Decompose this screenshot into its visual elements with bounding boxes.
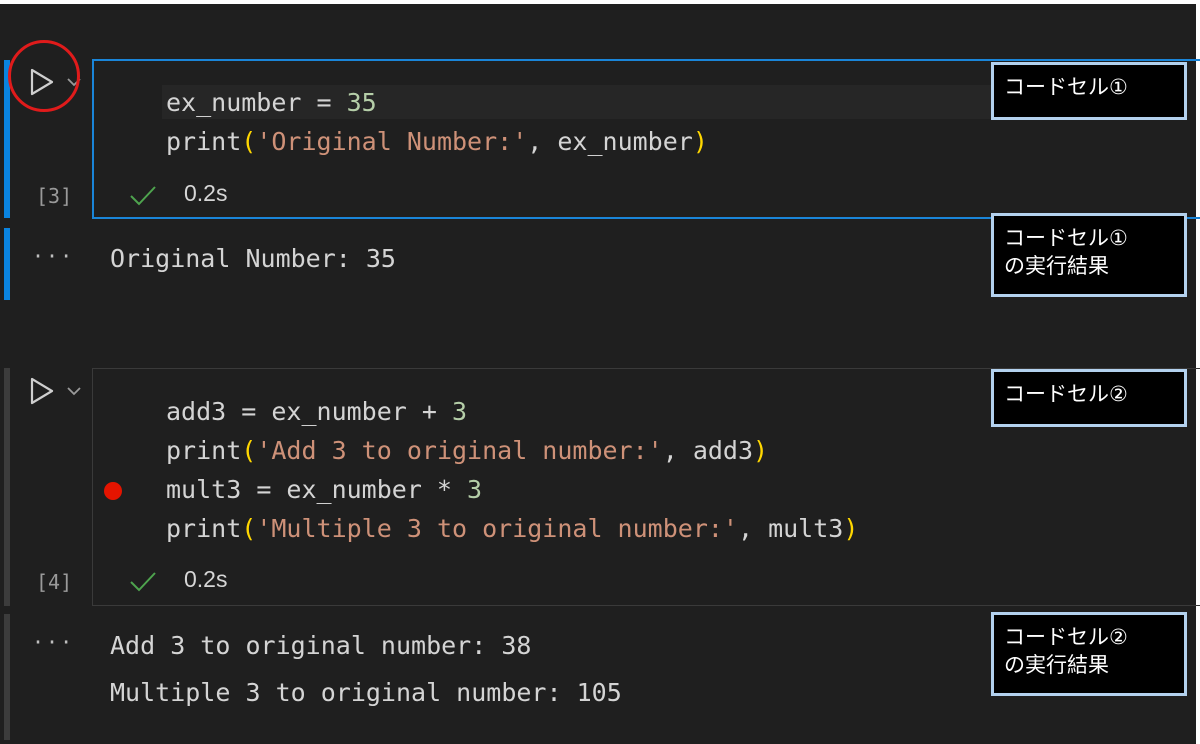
code-token: , (662, 436, 693, 465)
cell-2-output-more-button[interactable]: ··· (32, 630, 74, 654)
code-token: ( (241, 514, 257, 543)
annotation-text: コードセル① (1004, 226, 1128, 250)
cell-2-execution-time: 0.2s (184, 566, 228, 592)
annotation-result-1: コードセル① の実行結果 (991, 213, 1187, 297)
cell-1-code-line-2[interactable]: print('Original Number:', ex_number) (166, 127, 708, 156)
code-token: 3 (452, 397, 468, 426)
annotation-text: の実行結果 (1004, 653, 1109, 677)
code-token: ) (692, 127, 708, 156)
code-token: ) (843, 514, 859, 543)
cell-1-execution-time: 0.2s (184, 180, 228, 206)
cell-1-execution-count: [3] (36, 184, 73, 208)
code-token: 'Original Number:' (256, 127, 528, 156)
cell-2-code-line-4[interactable]: print('Multiple 3 to original number:', … (166, 514, 858, 543)
cell-2-output-line-1: Add 3 to original number: 38 (110, 631, 532, 660)
cell-1-code-line-1[interactable]: ex_number = 35 (166, 88, 377, 117)
code-token: print (166, 436, 242, 465)
code-token: 'Add 3 to original number:' (256, 436, 663, 465)
cell-2-side-bar (4, 368, 10, 606)
run-cell-2-button[interactable] (26, 376, 56, 406)
cell-1-success-check-icon (130, 186, 156, 206)
code-token: add3 (166, 397, 227, 426)
code-token: ( (241, 436, 257, 465)
code-token: ( (241, 127, 257, 156)
cell-2-output-bar (4, 614, 10, 740)
code-token: ) (753, 436, 769, 465)
code-token: , (527, 127, 558, 156)
play-icon (30, 377, 54, 405)
code-token: 35 (346, 88, 377, 117)
breakpoint-dot[interactable] (104, 482, 122, 500)
screenshot-frame-top (0, 0, 1200, 4)
annotation-text: の実行結果 (1004, 254, 1109, 278)
cell-2-code-line-2[interactable]: print('Add 3 to original number:', add3) (166, 436, 768, 465)
cell-1-output-line: Original Number: 35 (110, 244, 396, 273)
code-token: , (737, 514, 769, 543)
code-token: print (166, 127, 242, 156)
code-token: = ex_number + (226, 397, 452, 426)
cell-2-output-line-2: Multiple 3 to original number: 105 (110, 678, 622, 707)
run-button-highlight-circle (8, 40, 80, 112)
code-token: add3 (692, 436, 754, 465)
code-token: = (301, 88, 347, 117)
code-token: 'Multiple 3 to original number:' (256, 514, 738, 543)
code-token: ex_number (557, 127, 693, 156)
cell-1-output-more-button[interactable]: ··· (32, 244, 74, 268)
cell-1-output-bar (4, 228, 10, 300)
annotation-result-2: コードセル② の実行結果 (991, 612, 1187, 696)
code-token: = ex_number * (241, 475, 468, 504)
cell-2-execution-count: [4] (36, 570, 73, 594)
cell-2-run-options-chevron-down-icon[interactable] (66, 385, 82, 397)
annotation-text: コードセル② (1004, 625, 1128, 649)
code-token: mult3 (166, 475, 242, 504)
code-token: ex_number (166, 88, 302, 117)
cell-2-success-check-icon (130, 572, 156, 592)
annotation-text: コードセル② (1004, 382, 1128, 406)
code-token: print (166, 514, 242, 543)
code-token: mult3 (768, 514, 844, 543)
annotation-code-cell-1: コードセル① (991, 62, 1187, 120)
cell-2-code-line-3[interactable]: mult3 = ex_number * 3 (166, 475, 482, 504)
cell-2-code-line-1[interactable]: add3 = ex_number + 3 (166, 397, 467, 426)
annotation-text: コードセル① (1004, 75, 1128, 99)
annotation-code-cell-2: コードセル② (991, 369, 1187, 427)
code-token: 3 (467, 475, 483, 504)
